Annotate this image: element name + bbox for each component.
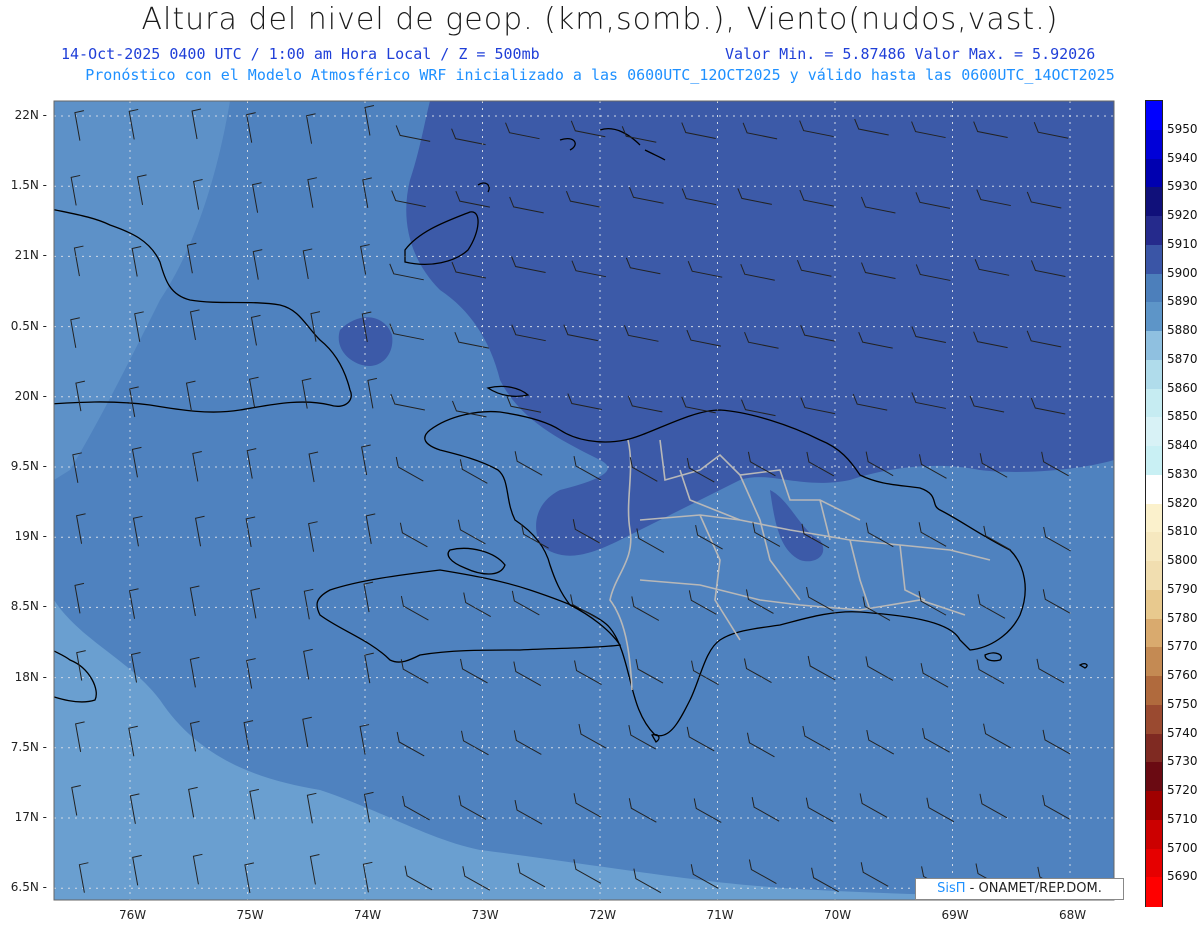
lat-label: 0.5N - xyxy=(10,318,47,333)
colorbar-label: 5760 xyxy=(1167,668,1198,682)
colorbar-label: 5850 xyxy=(1167,409,1198,424)
lat-label: 21N - xyxy=(14,248,47,263)
colorbar-segment xyxy=(1146,532,1162,562)
colorbar-segment xyxy=(1146,676,1162,706)
colorbar-segment xyxy=(1146,589,1162,619)
sispi-logo: SisΠ xyxy=(937,881,966,896)
colorbar-segment xyxy=(1146,417,1162,447)
colorbar-label: 5820 xyxy=(1167,495,1198,510)
lon-label: 74W xyxy=(354,908,382,922)
colorbar-label: 5720 xyxy=(1167,783,1198,797)
colorbar-label: 5950 xyxy=(1167,121,1198,136)
lat-label: 8.5N - xyxy=(10,599,47,614)
colorbar-label: 5810 xyxy=(1167,524,1198,539)
lat-label: 7.5N - xyxy=(10,739,47,754)
colorbar-segment xyxy=(1146,129,1162,159)
lat-label: 19N - xyxy=(14,529,47,544)
lon-label: 70W xyxy=(824,908,852,922)
colorbar-label: 5750 xyxy=(1167,696,1198,711)
lon-label: 73W xyxy=(471,908,499,922)
colorbar-label: 5740 xyxy=(1167,725,1198,740)
colorbar-segment xyxy=(1146,704,1162,734)
lon-label: 72W xyxy=(589,908,617,922)
colorbar-segment xyxy=(1146,503,1162,533)
colorbar-segment xyxy=(1146,819,1162,849)
lat-label: 1.5N - xyxy=(10,178,47,193)
colorbar-label: 5800 xyxy=(1167,553,1198,567)
colorbar-label: 5870 xyxy=(1167,351,1198,366)
colorbar xyxy=(1145,100,1163,907)
colorbar-segment xyxy=(1146,877,1162,907)
lat-label: 22N - xyxy=(14,108,47,122)
colorbar-segment xyxy=(1146,302,1162,332)
colorbar-label: 5700 xyxy=(1167,840,1198,855)
lat-label: 20N - xyxy=(14,388,47,403)
colorbar-label: 5920 xyxy=(1167,208,1198,222)
colorbar-label: 5710 xyxy=(1167,811,1198,826)
colorbar-label: 5690 xyxy=(1167,869,1198,884)
colorbar-segment xyxy=(1146,647,1162,677)
colorbar-label: 5930 xyxy=(1167,179,1198,194)
credit-text: - ONAMET/REP.DOM. xyxy=(965,881,1102,896)
colorbar-label: 5900 xyxy=(1167,265,1198,280)
lon-label: 68W xyxy=(1059,908,1087,922)
colorbar-label: 5940 xyxy=(1167,150,1198,165)
colorbar-label: 5890 xyxy=(1167,294,1198,309)
lat-label: 17N - xyxy=(14,810,47,824)
colorbar-segment xyxy=(1146,474,1162,504)
map-canvas xyxy=(53,100,1115,901)
lon-label: 71W xyxy=(706,908,734,922)
lon-label: 75W xyxy=(236,908,264,922)
colorbar-segment xyxy=(1146,216,1162,246)
lon-label: 69W xyxy=(941,908,969,922)
colorbar-segment xyxy=(1146,187,1162,217)
colorbar-segment xyxy=(1146,331,1162,361)
lat-label: 18N - xyxy=(14,669,47,684)
credit-box: SisΠ - ONAMET/REP.DOM. xyxy=(915,878,1124,900)
lat-label: 6.5N - xyxy=(10,880,47,895)
colorbar-segment xyxy=(1146,561,1162,591)
colorbar-segment xyxy=(1146,158,1162,188)
colorbar-segment xyxy=(1146,388,1162,418)
colorbar-label: 5830 xyxy=(1167,466,1198,481)
colorbar-segment xyxy=(1146,733,1162,763)
colorbar-segment xyxy=(1146,244,1162,274)
colorbar-label: 5780 xyxy=(1167,610,1198,625)
colorbar-label: 5770 xyxy=(1167,639,1198,654)
colorbar-segment xyxy=(1146,848,1162,878)
colorbar-label: 5840 xyxy=(1167,438,1198,452)
colorbar-label: 5860 xyxy=(1167,380,1198,395)
colorbar-segment xyxy=(1146,101,1162,131)
colorbar-segment xyxy=(1146,618,1162,648)
colorbar-label: 5880 xyxy=(1167,323,1198,337)
colorbar-segment xyxy=(1146,359,1162,389)
colorbar-label: 5910 xyxy=(1167,236,1198,251)
colorbar-segment xyxy=(1146,762,1162,792)
lat-label: 9.5N - xyxy=(10,459,47,473)
lon-label: 76W xyxy=(119,908,147,922)
colorbar-label: 5790 xyxy=(1167,581,1198,596)
colorbar-label: 5730 xyxy=(1167,754,1198,769)
colorbar-segment xyxy=(1146,791,1162,821)
colorbar-segment xyxy=(1146,446,1162,476)
colorbar-segment xyxy=(1146,273,1162,303)
